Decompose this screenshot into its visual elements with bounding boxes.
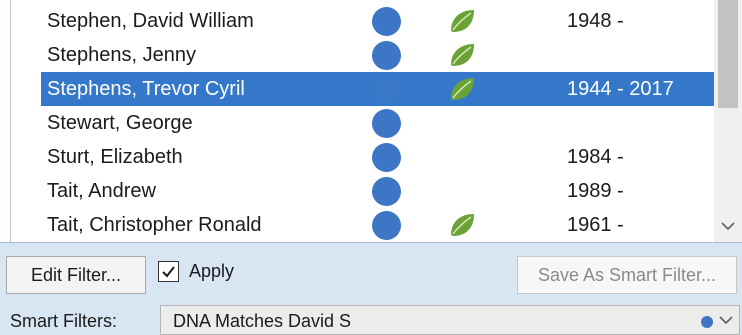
save-as-smart-filter-button[interactable]: Save As Smart Filter... xyxy=(517,256,737,294)
person-name: Stewart, George xyxy=(47,112,193,134)
person-years: 1961 - xyxy=(567,214,624,236)
blue-dot-icon xyxy=(372,177,401,206)
blue-dot-icon xyxy=(372,7,401,36)
person-name: Stephens, Trevor Cyril xyxy=(47,78,245,100)
apply-label[interactable]: Apply xyxy=(189,261,234,282)
person-name: Sturt, Elizabeth xyxy=(47,146,183,168)
blue-dot-icon xyxy=(372,211,401,240)
green-leaf-icon[interactable] xyxy=(447,211,477,239)
smart-filters-label: Smart Filters: xyxy=(10,311,118,331)
blue-dot-icon xyxy=(701,316,713,328)
checkmark-icon xyxy=(162,266,175,278)
list-item[interactable]: Stephens, Jenny xyxy=(41,38,714,72)
green-leaf-icon[interactable] xyxy=(447,75,477,103)
blue-dot-icon xyxy=(372,109,401,138)
scroll-down-arrow-icon[interactable] xyxy=(718,214,738,238)
filter-bar: Edit Filter... Apply Save As Smart Filte… xyxy=(0,242,742,335)
person-years: 1944 - 2017 xyxy=(567,78,674,100)
green-leaf-icon[interactable] xyxy=(447,41,477,69)
chevron-down-icon[interactable] xyxy=(719,313,733,331)
blue-dot-icon xyxy=(372,75,401,104)
person-name: Tait, Andrew xyxy=(47,180,156,202)
list-item[interactable]: Tait, Christopher Ronald 1961 - xyxy=(41,208,714,242)
scrollbar-thumb[interactable] xyxy=(718,0,738,108)
smart-filters-dropdown[interactable]: DNA Matches David S xyxy=(160,305,740,335)
person-name: Stephen, David William xyxy=(47,10,254,32)
save-as-smart-filter-label: Save As Smart Filter... xyxy=(537,264,717,285)
blue-dot-icon xyxy=(372,143,401,172)
list-item[interactable]: Tait, Andrew 1989 - xyxy=(41,174,714,208)
edit-filter-button[interactable]: Edit Filter... xyxy=(6,256,146,294)
vertical-scrollbar[interactable] xyxy=(714,0,742,242)
list-item[interactable]: Stephens, Trevor Cyril 1944 - 2017 xyxy=(41,72,714,106)
person-years: 1948 - xyxy=(567,10,624,32)
person-name: Stephens, Jenny xyxy=(47,44,196,66)
people-list[interactable]: Stephen, David William 1948 - Stephens, Je… xyxy=(0,0,742,242)
person-years: 1989 - xyxy=(567,180,624,202)
green-leaf-icon[interactable] xyxy=(447,7,477,35)
list-item[interactable]: Stewart, George xyxy=(41,106,714,140)
smart-filters-value: DNA Matches David S xyxy=(173,311,352,331)
apply-checkbox[interactable] xyxy=(158,261,179,282)
edit-filter-label: Edit Filter... xyxy=(30,264,122,285)
list-item[interactable]: Sturt, Elizabeth 1984 - xyxy=(41,140,714,174)
person-name: Tait, Christopher Ronald xyxy=(47,214,262,236)
list-item[interactable]: Stephen, David William 1948 - xyxy=(41,4,714,38)
blue-dot-icon xyxy=(372,41,401,70)
person-years: 1984 - xyxy=(567,146,624,168)
